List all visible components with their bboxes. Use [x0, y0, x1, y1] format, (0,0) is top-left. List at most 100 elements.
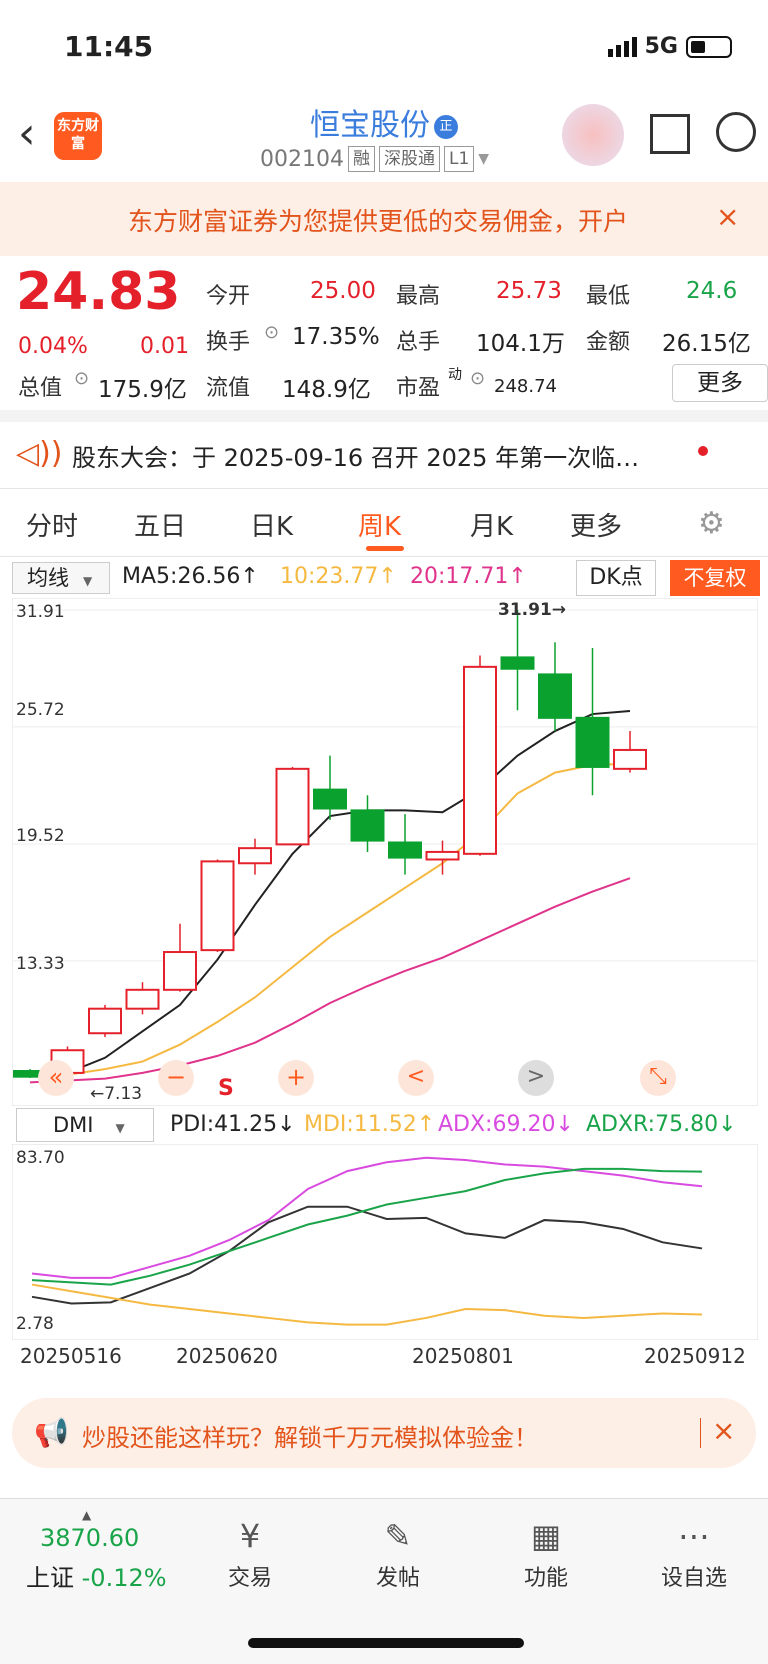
nav-trade[interactable]: ¥ 交易 [200, 1516, 300, 1592]
info-icon[interactable]: ⊙ [470, 368, 485, 389]
candle-body [313, 788, 347, 810]
candle-body [88, 1007, 122, 1035]
change-percent: 0.04% [18, 334, 88, 359]
stock-name[interactable]: 恒宝股份 [310, 108, 430, 143]
promo-banner-text[interactable]: 东方财富证券为您提供更低的交易佣金，开户 [128, 202, 628, 238]
index-label-row[interactable]: 上证 -0.12% [26, 1558, 167, 1593]
y-tick-label: 25.72 [16, 700, 65, 720]
dk-point-button[interactable]: DK点 [576, 560, 656, 596]
chevron-down-icon: ▼ [115, 1121, 125, 1135]
nav-trade-label: 交易 [227, 1566, 272, 1591]
more-quote-button[interactable]: 更多 [672, 364, 768, 402]
dmi-chart [12, 1144, 758, 1340]
stock-code-row: 002104 融 深股通 L1 ▼ [260, 146, 489, 172]
settings-gear-icon[interactable]: ⚙ [698, 506, 725, 541]
high-value: 25.73 [496, 278, 562, 304]
next-button[interactable]: > [518, 1060, 554, 1096]
home-indicator [248, 1638, 524, 1648]
index-value[interactable]: 3870.60 [40, 1524, 139, 1552]
sell-marker: S [218, 1076, 234, 1101]
nav-function[interactable]: ▦ 功能 [496, 1516, 596, 1592]
candle-body [125, 988, 160, 1010]
tab-more[interactable]: 更多 [570, 506, 622, 543]
active-tab-indicator [366, 546, 404, 551]
info-icon[interactable]: ⊙ [74, 368, 89, 389]
pe-value: 248.74 [494, 376, 557, 397]
max-price-label: 31.91→ [498, 600, 567, 620]
chart-frame [12, 598, 758, 1106]
yen-icon: ¥ [239, 1517, 261, 1555]
unread-dot [698, 446, 708, 456]
candle-body [425, 850, 460, 861]
notice-text[interactable]: 股东大会：于 2025-09-16 召开 2025 年第一次临… [72, 438, 639, 473]
adjust-button[interactable]: 不复权 [670, 560, 760, 596]
candle-body [388, 841, 422, 859]
tab-intraday[interactable]: 分时 [26, 506, 78, 543]
total-cap-value: 175.9亿 [98, 377, 187, 403]
zoom-in-button[interactable]: + [278, 1060, 314, 1096]
candle-body [275, 767, 310, 846]
turnover-value: 17.35% [292, 324, 380, 350]
x-tick-label: 20250516 [20, 1344, 122, 1368]
info-icon[interactable]: ⊙ [264, 322, 279, 343]
candle-body [500, 656, 535, 670]
low-value: 24.6 [686, 278, 738, 304]
candle-body [163, 951, 197, 991]
megaphone-icon: 📢 [34, 1416, 69, 1449]
grid-icon: ▦ [530, 1517, 562, 1555]
speaker-icon: ◁)) [16, 436, 63, 471]
candle-body [613, 748, 647, 770]
expand-icon[interactable]: ⤡ [640, 1060, 676, 1096]
assistant-avatar[interactable] [562, 104, 624, 166]
share-icon[interactable] [650, 114, 690, 154]
nav-watchlist[interactable]: ⋯ 设自选 [644, 1516, 744, 1592]
nav-watchlist-label: 设自选 [660, 1566, 727, 1591]
divider [700, 1418, 701, 1448]
turnover-label: 换手 [206, 330, 251, 355]
tab-five-day[interactable]: 五日 [134, 506, 186, 543]
tab-weekly[interactable]: 周K [358, 506, 401, 543]
network-label: 5G [644, 34, 678, 59]
nav-post[interactable]: ✎ 发帖 [348, 1516, 448, 1592]
pdi-label: PDI:41.25↓ [170, 1112, 296, 1137]
ad-close-button[interactable]: × [712, 1414, 735, 1447]
index-label: 上证 [26, 1564, 74, 1592]
search-icon[interactable] [716, 112, 756, 152]
ad-text[interactable]: 炒股还能这样玩？解锁千万元模拟体验金！ [82, 1418, 538, 1453]
tab-monthly[interactable]: 月K [470, 506, 513, 543]
nav-function-label: 功能 [523, 1566, 568, 1591]
y-tick-label: 31.91 [16, 602, 65, 622]
candle-body [463, 665, 497, 855]
chevron-down-icon[interactable]: ▼ [478, 151, 489, 167]
ma-select[interactable]: 均线 ▼ [12, 562, 110, 594]
change-amount: 0.01 [140, 334, 189, 359]
indicator-select[interactable]: DMI ▼ [16, 1108, 154, 1142]
y-tick-label: 13.33 [16, 954, 65, 974]
x-tick-label: 20250912 [644, 1344, 746, 1368]
ma20-label: 20:17.71↑ [410, 564, 527, 589]
zoom-out-button[interactable]: − [158, 1060, 194, 1096]
status-time: 11:45 [64, 30, 154, 63]
pe-label: 市盈 [396, 376, 441, 401]
indicator-select-label: DMI [53, 1113, 94, 1137]
first-page-button[interactable]: « [38, 1060, 74, 1096]
low-label: 最低 [586, 284, 631, 309]
candlestick-chart[interactable] [12, 598, 758, 1106]
promo-close-button[interactable]: × [716, 200, 739, 233]
divider [0, 488, 768, 489]
mdi-label: MDI:11.52↑ [304, 1112, 436, 1137]
float-cap-label: 流值 [206, 376, 251, 401]
float-cap-value: 148.9亿 [282, 377, 371, 403]
y-tick-label: 83.70 [16, 1148, 65, 1168]
x-tick-label: 20250620 [176, 1344, 278, 1368]
ma10-label: 10:23.77↑ [280, 564, 397, 589]
min-price-label: ←7.13 [90, 1084, 143, 1104]
tab-daily[interactable]: 日K [250, 506, 293, 543]
divider [0, 410, 768, 422]
verified-badge: 正 [434, 114, 458, 139]
candle-body [575, 716, 610, 768]
battery-icon [686, 35, 732, 58]
more-icon: ⋯ [678, 1517, 710, 1555]
prev-button[interactable]: < [398, 1060, 434, 1096]
chevron-up-icon[interactable]: ▲ [82, 1508, 91, 1522]
